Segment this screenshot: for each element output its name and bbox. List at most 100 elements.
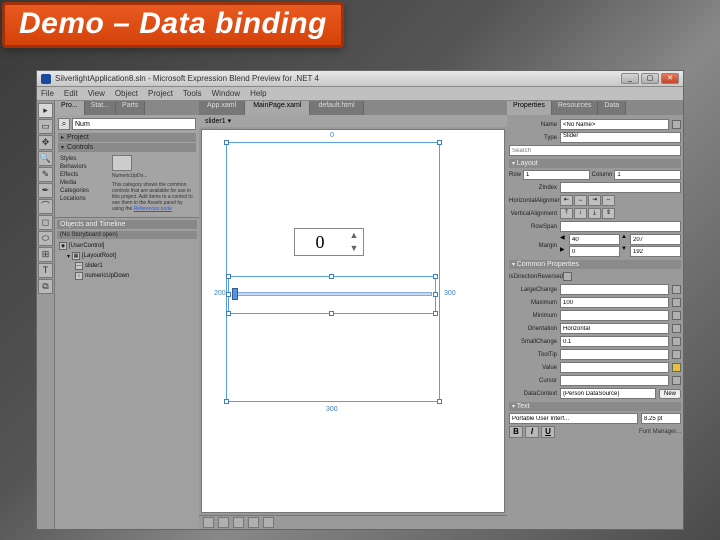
text-section[interactable]: Text (509, 402, 681, 411)
up-arrow-icon[interactable]: ▲ (345, 229, 363, 242)
pan-tool[interactable]: ✥ (38, 135, 53, 150)
valign-top[interactable]: ⤒ (560, 208, 573, 219)
down-arrow-icon[interactable]: ▼ (345, 242, 363, 255)
menu-object[interactable]: Object (115, 89, 138, 98)
tab-states[interactable]: Stat... (85, 101, 116, 115)
assets-search-input[interactable] (72, 118, 196, 130)
menu-help[interactable]: Help (250, 89, 266, 98)
assets-controls[interactable]: Controls (58, 143, 196, 152)
tree-usercontrol[interactable]: ◉[UserControl] (57, 241, 197, 251)
snap-icon[interactable] (233, 517, 244, 528)
datacontext-new-button[interactable]: New (659, 389, 681, 399)
bold-button[interactable]: B (509, 426, 523, 438)
menu-view[interactable]: View (88, 89, 105, 98)
tab-properties[interactable]: Properties (507, 101, 552, 115)
tab-projects[interactable]: Pro... (55, 101, 85, 115)
tab-appxaml[interactable]: App.xaml (199, 101, 245, 115)
layout-section[interactable]: Layout (509, 159, 681, 168)
margin-top[interactable] (630, 234, 681, 245)
name-field[interactable] (560, 119, 669, 130)
grid-tool[interactable]: ⊞ (38, 247, 53, 262)
menu-file[interactable]: File (41, 89, 54, 98)
assets-effects[interactable]: Effects (60, 171, 108, 179)
tab-default[interactable]: default.html (310, 101, 363, 115)
nud-spinner[interactable]: ▲▼ (345, 229, 363, 255)
selection-tool[interactable]: ▸ (38, 103, 53, 118)
snaplines-icon[interactable] (248, 517, 259, 528)
tree-layoutroot[interactable]: ▾▦[LayoutRoot] (57, 251, 197, 261)
eyedropper-tool[interactable]: ✎ (38, 167, 53, 182)
ellipse-tool[interactable]: ⬭ (38, 231, 53, 246)
control-thumb[interactable] (112, 155, 132, 171)
tooltip-field[interactable] (560, 349, 669, 360)
assets-locations[interactable]: Locations (60, 195, 108, 203)
halign-left[interactable]: ⇤ (560, 195, 573, 206)
font-size-field[interactable] (641, 413, 681, 424)
margin-right[interactable] (569, 246, 620, 257)
assets-behaviors[interactable]: Behaviors (60, 163, 108, 171)
valign-stretch[interactable]: ⇕ (602, 208, 615, 219)
window-titlebar[interactable]: SilverlightApplication8.sln - Microsoft … (37, 71, 683, 87)
zoom-tool[interactable]: 🔍 (38, 151, 53, 166)
menu-window[interactable]: Window (212, 89, 240, 98)
smallchange-field[interactable] (560, 336, 669, 347)
asset-tool[interactable]: ⧉ (38, 279, 53, 294)
menu-tools[interactable]: Tools (183, 89, 202, 98)
maximum-field[interactable] (560, 297, 669, 308)
value-binding-marker[interactable] (672, 363, 681, 372)
cursor-field[interactable] (560, 375, 669, 386)
common-props-section[interactable]: Common Properties (509, 260, 681, 269)
storyboard-row[interactable]: (No Storyboard open) (57, 231, 197, 239)
datacontext-field[interactable] (560, 388, 656, 399)
value-field[interactable] (560, 362, 669, 373)
pen-tool[interactable]: ✒ (38, 183, 53, 198)
halign-stretch[interactable]: ⇔ (602, 195, 615, 206)
assets-media[interactable]: Media (60, 179, 108, 187)
name-marker[interactable] (672, 120, 681, 129)
valign-center[interactable]: ↕ (574, 208, 587, 219)
path-tool[interactable]: ⌒ (38, 199, 53, 214)
orientation-field[interactable] (560, 323, 669, 334)
font-family-field[interactable] (509, 413, 638, 424)
assets-categories[interactable]: Categories (60, 187, 108, 195)
annotations-icon[interactable] (263, 517, 274, 528)
tab-parts[interactable]: Parts (116, 101, 145, 115)
margin-bottom[interactable] (630, 246, 681, 257)
row-field[interactable] (523, 170, 590, 180)
halign-center[interactable]: ↔ (574, 195, 587, 206)
tab-resources[interactable]: Resources (552, 101, 598, 115)
menu-edit[interactable]: Edit (64, 89, 78, 98)
valign-bottom[interactable]: ⤓ (588, 208, 601, 219)
direct-select-tool[interactable]: ▭ (38, 119, 53, 134)
menu-project[interactable]: Project (148, 89, 173, 98)
tree-numericupdown[interactable]: ↕numericUpDown (57, 271, 197, 281)
tab-data[interactable]: Data (598, 101, 626, 115)
assets-styles[interactable]: Styles (60, 155, 108, 163)
maximize-button[interactable]: ▢ (641, 73, 659, 84)
halign-right[interactable]: ⇥ (588, 195, 601, 206)
references-link[interactable]: References node (134, 206, 172, 212)
artboard[interactable]: 0 300 200 300 0 ▲▼ (201, 129, 505, 513)
margin-left[interactable] (569, 234, 620, 245)
close-button[interactable]: ✕ (661, 73, 679, 84)
tab-mainpage[interactable]: MainPage.xaml (245, 101, 310, 115)
minimum-field[interactable] (560, 310, 669, 321)
rectangle-tool[interactable]: ◻ (38, 215, 53, 230)
rowspan-field[interactable] (560, 221, 681, 232)
breadcrumb[interactable]: slider1 ▾ (199, 115, 507, 127)
underline-button[interactable]: U (541, 426, 555, 438)
zoom-icon[interactable] (203, 517, 214, 528)
assets-project[interactable]: Project (58, 133, 196, 142)
text-tool[interactable]: T (38, 263, 53, 278)
font-manager-link[interactable]: Font Manager... (639, 429, 681, 435)
slider-control[interactable] (232, 280, 432, 310)
tree-slider[interactable]: —slider1 (57, 261, 197, 271)
column-field[interactable] (614, 170, 681, 180)
slider-thumb[interactable] (232, 288, 238, 300)
property-search-input[interactable] (509, 145, 681, 156)
grid-toggle-icon[interactable] (218, 517, 229, 528)
eye-icon[interactable]: ◉ (59, 242, 67, 250)
zindex-field[interactable] (560, 182, 681, 193)
italic-button[interactable]: I (525, 426, 539, 438)
largechange-field[interactable] (560, 284, 669, 295)
